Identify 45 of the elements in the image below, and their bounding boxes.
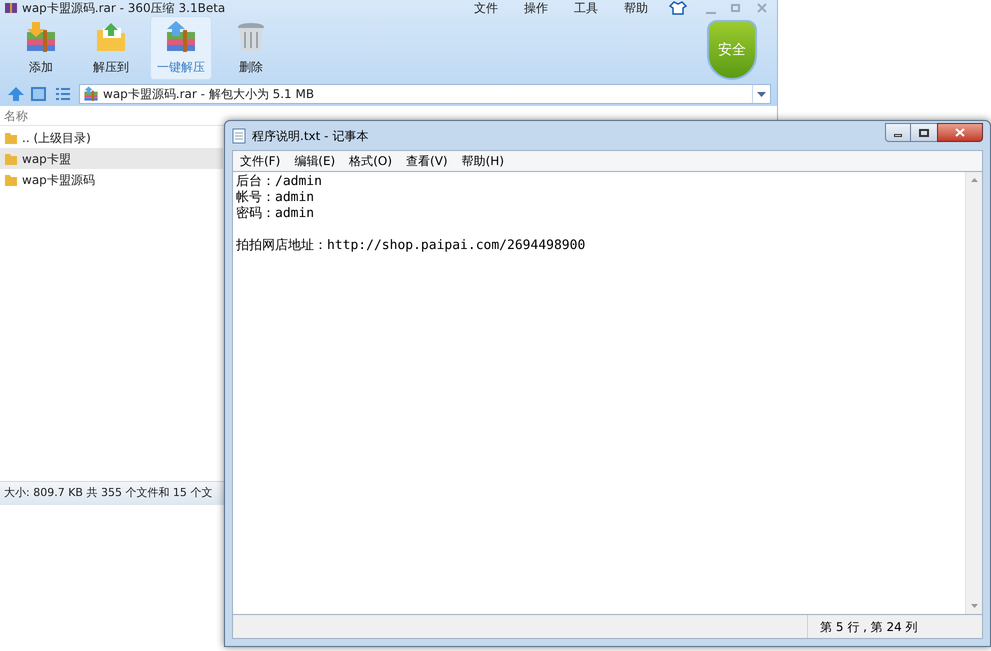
- toolbar-button[interactable]: 添加: [10, 16, 72, 80]
- text-line: 密码：admin: [236, 206, 316, 222]
- menu-item[interactable]: 操作: [511, 0, 561, 14]
- toolbar-button[interactable]: 一键解压: [150, 16, 212, 80]
- close-icon: [955, 128, 965, 137]
- close-button[interactable]: [937, 123, 983, 142]
- text-line: 拍拍网店地址：http://shop.paipai.com/2694498900: [236, 238, 586, 254]
- archive-icon: [164, 20, 198, 54]
- menu-item[interactable]: 查看(V): [399, 152, 455, 170]
- app-icon: [4, 0, 18, 14]
- window-title: 程序说明.txt - 记事本: [252, 128, 368, 144]
- menu-item[interactable]: 编辑(E): [287, 152, 342, 170]
- text-line: 帐号：admin: [236, 190, 316, 206]
- folder-icon: [4, 130, 18, 144]
- window-title: wap卡盟源码.rar - 360压缩 3.1Beta: [22, 0, 226, 14]
- archive-icon: [24, 20, 58, 54]
- text-line: 后台：/admin: [236, 174, 323, 190]
- file-row[interactable]: wap卡盟: [0, 148, 223, 169]
- file-row[interactable]: wap卡盟源码: [0, 169, 223, 190]
- path-field[interactable]: wap卡盟源码.rar - 解包大小为 5.1 MB: [79, 84, 771, 104]
- folder-icon: [4, 152, 18, 166]
- scrollbar[interactable]: [965, 172, 982, 614]
- menu-item[interactable]: 帮助(H): [454, 152, 511, 170]
- folder-icon: [4, 172, 18, 186]
- menu-item[interactable]: 工具: [561, 0, 611, 14]
- folder-extract-icon: [94, 20, 128, 54]
- menu-item[interactable]: 格式(O): [342, 152, 400, 170]
- up-arrow-icon[interactable]: [7, 86, 25, 102]
- toolbar-button[interactable]: 删除: [220, 16, 282, 80]
- view-icon[interactable]: [31, 87, 46, 101]
- scroll-down-icon[interactable]: [970, 604, 978, 608]
- minimize-button[interactable]: [885, 123, 911, 142]
- notepad-icon: [232, 128, 246, 144]
- menu-item[interactable]: 文件: [461, 0, 511, 14]
- menu-item[interactable]: 文件(F): [233, 152, 288, 170]
- archive-icon: [83, 86, 99, 102]
- list-view-icon[interactable]: [55, 87, 71, 101]
- cursor-position: 第 5 行 , 第 24 列: [820, 618, 918, 636]
- menu-item[interactable]: 帮助: [611, 0, 661, 14]
- column-header[interactable]: 名称: [4, 106, 28, 124]
- scroll-up-icon[interactable]: [970, 178, 978, 182]
- maximize-button[interactable]: [911, 123, 937, 142]
- file-row[interactable]: .. (上级目录): [0, 127, 223, 148]
- toolbar-button[interactable]: 解压到: [80, 16, 142, 80]
- shirt-icon[interactable]: [669, 0, 687, 14]
